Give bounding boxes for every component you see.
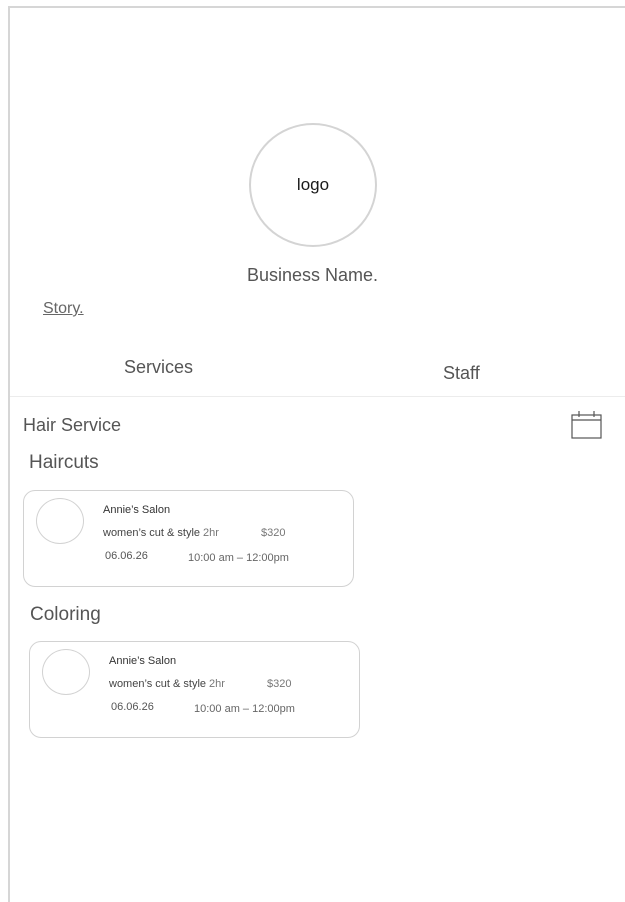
booking-card[interactable]: Annie’s Salon women’s cut & style 2hr $3… bbox=[23, 490, 354, 587]
service-price: $320 bbox=[267, 678, 292, 690]
frame-left-border bbox=[8, 6, 10, 902]
tab-divider bbox=[10, 396, 625, 397]
service-name: women’s cut & style bbox=[109, 678, 207, 690]
salon-name: Annie’s Salon bbox=[103, 504, 171, 516]
tab-services[interactable]: Services bbox=[124, 357, 193, 378]
avatar bbox=[36, 498, 84, 544]
category-title-coloring: Coloring bbox=[30, 604, 101, 625]
business-logo: logo bbox=[249, 123, 377, 247]
calendar-icon[interactable] bbox=[571, 410, 602, 439]
story-link[interactable]: Story. bbox=[43, 300, 84, 318]
section-title: Hair Service bbox=[23, 415, 122, 435]
category-title-haircuts: Haircuts bbox=[29, 452, 99, 473]
service-duration: 2hr bbox=[209, 678, 225, 690]
booking-card[interactable]: Annie’s Salon women’s cut & style 2hr $3… bbox=[29, 641, 360, 738]
tab-staff[interactable]: Staff bbox=[443, 363, 480, 384]
service-name: women’s cut & style bbox=[103, 527, 201, 539]
frame-top-border bbox=[8, 6, 625, 8]
booking-time: 10:00 am – 12:00pm bbox=[194, 703, 295, 715]
booking-date: 06.06.26 bbox=[111, 701, 154, 713]
business-name: Business Name. bbox=[246, 265, 379, 285]
booking-time: 10:00 am – 12:00pm bbox=[188, 552, 289, 564]
avatar bbox=[42, 649, 90, 695]
booking-date: 06.06.26 bbox=[105, 550, 148, 562]
service-duration: 2hr bbox=[203, 527, 219, 539]
service-price: $320 bbox=[261, 527, 286, 539]
logo-label: logo bbox=[296, 175, 330, 194]
salon-name: Annie’s Salon bbox=[109, 655, 177, 667]
